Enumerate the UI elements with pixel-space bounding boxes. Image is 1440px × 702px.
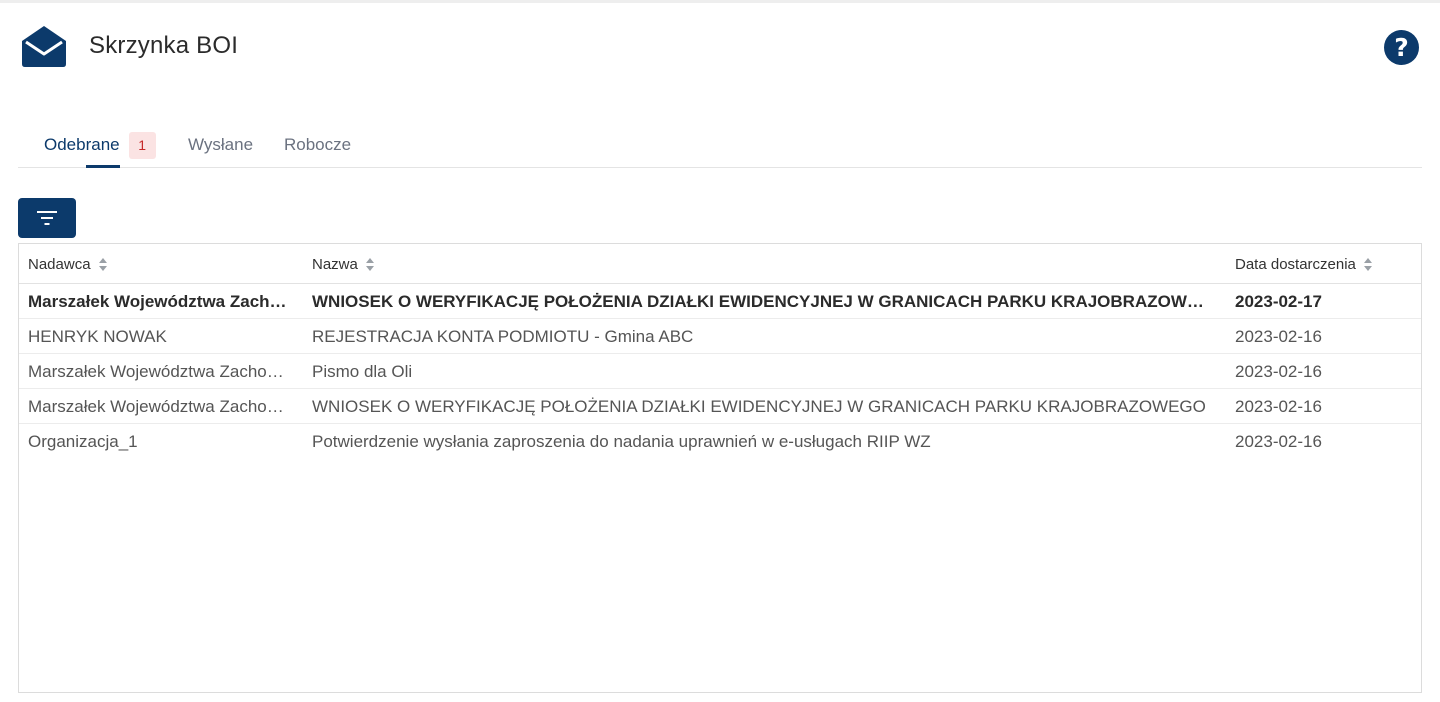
filter-icon (37, 211, 57, 225)
cell-name: Potwierdzenie wysłania zaproszenia do na… (312, 431, 931, 451)
sort-icon (98, 257, 107, 271)
unread-count-badge: 1 (128, 131, 156, 159)
tab-label: Robocze (284, 135, 352, 154)
messages-table: Nadawca Nazwa Data dostarczenia Marszałe… (18, 243, 1422, 693)
cell-sender: Organizacja_1 (28, 431, 138, 451)
filter-button[interactable] (18, 198, 76, 238)
page-title: Skrzynka BOI (89, 32, 239, 59)
table-header: Nadawca Nazwa Data dostarczenia (19, 244, 1421, 284)
tab-bar: Odebrane 1 Wysłane Robocze (18, 122, 1422, 168)
table-row[interactable]: Marszałek Województwa Zachodniopomorskie… (19, 284, 1421, 319)
tab-label: Wysłane (188, 135, 254, 154)
tab-label: Odebrane (44, 135, 120, 154)
cell-name: WNIOSEK O WERYFIKACJĘ POŁOŻENIA DZIAŁKI … (312, 291, 1212, 311)
cell-date: 2023-02-16 (1235, 326, 1322, 346)
page-header: Skrzynka BOI (20, 22, 238, 70)
table-row[interactable]: Organizacja_1 Potwierdzenie wysłania zap… (19, 424, 1421, 459)
envelope-open-icon (20, 23, 68, 69)
tab-robocze[interactable]: Robocze (284, 122, 351, 168)
sort-icon (1363, 257, 1372, 271)
cell-sender: Marszałek Województwa Zachodniopomorskie… (28, 361, 293, 381)
cell-name: WNIOSEK O WERYFIKACJĘ POŁOŻENIA DZIAŁKI … (312, 396, 1206, 416)
cell-date: 2023-02-16 (1235, 431, 1322, 451)
cell-date: 2023-02-16 (1235, 361, 1322, 381)
cell-sender: Marszałek Województwa Zachodniopomorskie… (28, 291, 293, 311)
column-header-nazwa[interactable]: Nazwa (312, 244, 374, 284)
cell-date: 2023-02-16 (1235, 396, 1322, 416)
cell-date: 2023-02-17 (1235, 291, 1322, 311)
top-border (0, 0, 1440, 3)
table-row[interactable]: Marszałek Województwa Zachodniopomorskie… (19, 354, 1421, 389)
sort-icon (365, 257, 374, 271)
cell-sender: HENRYK NOWAK (28, 326, 167, 346)
column-header-data-dostarczenia[interactable]: Data dostarczenia (1235, 244, 1372, 284)
question-circle-icon[interactable]: ? (1384, 30, 1419, 65)
table-row[interactable]: Marszałek Województwa Zachodniopomorskie… (19, 389, 1421, 424)
tab-odebrane[interactable]: Odebrane 1 (44, 122, 156, 168)
tab-wyslane[interactable]: Wysłane (188, 122, 253, 168)
cell-name: REJESTRACJA KONTA PODMIOTU - Gmina ABC (312, 326, 694, 346)
table-row[interactable]: HENRYK NOWAK REJESTRACJA KONTA PODMIOTU … (19, 319, 1421, 354)
active-tab-indicator (86, 165, 120, 168)
cell-sender: Marszałek Województwa Zachodniopomorskie… (28, 396, 293, 416)
column-header-nadawca[interactable]: Nadawca (28, 244, 107, 284)
cell-name: Pismo dla Oli (312, 361, 413, 381)
